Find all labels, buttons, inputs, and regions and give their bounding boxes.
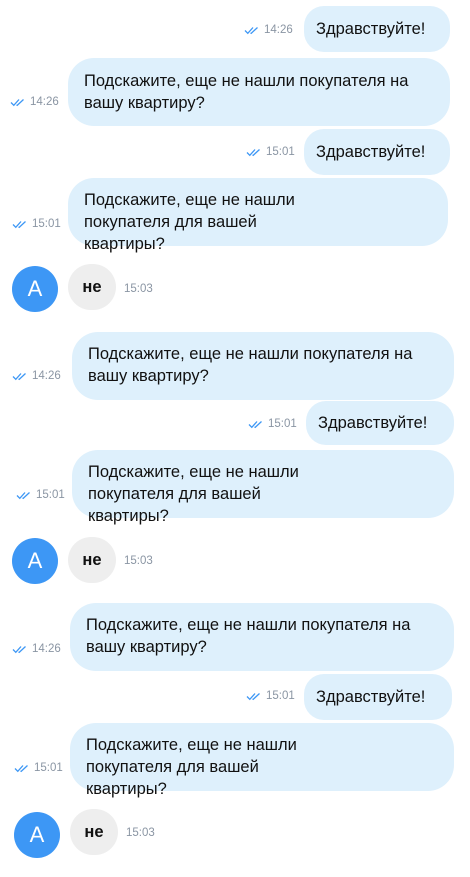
message-time: 15:01 <box>36 489 65 501</box>
double-check-icon <box>12 221 26 229</box>
outgoing-message[interactable]: Подскажите, еще не нашли покупателя на в… <box>68 58 450 126</box>
message-text: Здравствуйте! <box>316 20 426 38</box>
double-check-icon <box>10 99 24 107</box>
outgoing-message[interactable]: Подскажите, еще не нашли покупателя для … <box>68 178 448 253</box>
outgoing-message[interactable]: Здравствуйте! <box>306 401 454 445</box>
message-text: Подскажите, еще не нашли покупателя для … <box>84 191 295 253</box>
incoming-message[interactable]: не <box>68 264 116 310</box>
outgoing-message[interactable]: Подскажите, еще не нашли покупателя на в… <box>70 603 454 671</box>
message-time: 15:03 <box>126 827 155 839</box>
chat-message-list[interactable]: Здравствуйте! 14:26 Подскажите, еще не н… <box>0 0 470 877</box>
message-text: Здравствуйте! <box>318 414 428 432</box>
incoming-message[interactable]: не <box>68 537 116 583</box>
double-check-icon <box>14 765 28 773</box>
message-text: Подскажите, еще не нашли покупателя на в… <box>84 72 409 112</box>
message-time: 15:01 <box>266 690 295 702</box>
message-text: не <box>84 822 104 841</box>
outgoing-message[interactable]: Здравствуйте! <box>304 674 452 720</box>
message-time: 15:01 <box>34 762 63 774</box>
double-check-icon <box>246 693 260 701</box>
message-time: 14:26 <box>30 96 59 108</box>
message-time: 14:26 <box>32 370 61 382</box>
message-meta: 15:01 <box>248 418 297 430</box>
double-check-icon <box>12 646 26 654</box>
avatar[interactable]: А <box>12 538 58 584</box>
message-text: Здравствуйте! <box>316 143 426 161</box>
double-check-icon <box>246 149 260 157</box>
avatar-letter: А <box>27 548 43 573</box>
avatar-letter: А <box>29 822 45 847</box>
outgoing-message[interactable]: Подскажите, еще не нашли покупателя для … <box>72 450 454 525</box>
message-time: 15:01 <box>32 218 61 230</box>
message-text: Подскажите, еще не нашли покупателя на в… <box>88 345 413 385</box>
message-meta: 14:26 <box>244 24 293 36</box>
message-text: Здравствуйте! <box>316 688 426 706</box>
message-meta: 14:26 <box>12 370 61 382</box>
message-time: 15:01 <box>266 146 295 158</box>
outgoing-message[interactable]: Здравствуйте! <box>304 129 450 175</box>
message-text: Подскажите, еще не нашли покупателя на в… <box>86 616 411 656</box>
message-time: 15:03 <box>124 283 153 295</box>
message-meta: 15:01 <box>16 489 65 501</box>
double-check-icon <box>12 373 26 381</box>
message-text: Подскажите, еще не нашли покупателя для … <box>88 463 299 525</box>
message-meta: 15:01 <box>246 690 295 702</box>
message-meta: 15:01 <box>14 762 63 774</box>
double-check-icon <box>244 27 258 35</box>
outgoing-message[interactable]: Подскажите, еще не нашли покупателя для … <box>70 723 454 798</box>
incoming-message[interactable]: не <box>70 809 118 855</box>
message-meta: 15:01 <box>246 146 295 158</box>
outgoing-message[interactable]: Подскажите, еще не нашли покупателя на в… <box>72 332 454 400</box>
message-meta: 15:01 <box>12 218 61 230</box>
message-text: не <box>82 550 102 569</box>
avatar-letter: А <box>27 276 43 301</box>
message-time: 14:26 <box>264 24 293 36</box>
double-check-icon <box>16 492 30 500</box>
message-time: 14:26 <box>32 643 61 655</box>
message-meta: 14:26 <box>10 96 59 108</box>
double-check-icon <box>248 421 262 429</box>
avatar[interactable]: А <box>12 266 58 312</box>
message-time: 15:01 <box>268 418 297 430</box>
outgoing-message[interactable]: Здравствуйте! <box>304 6 450 52</box>
message-text: не <box>82 277 102 296</box>
avatar[interactable]: А <box>14 812 60 858</box>
message-time: 15:03 <box>124 555 153 567</box>
message-meta: 14:26 <box>12 643 61 655</box>
message-text: Подскажите, еще не нашли покупателя для … <box>86 736 297 798</box>
